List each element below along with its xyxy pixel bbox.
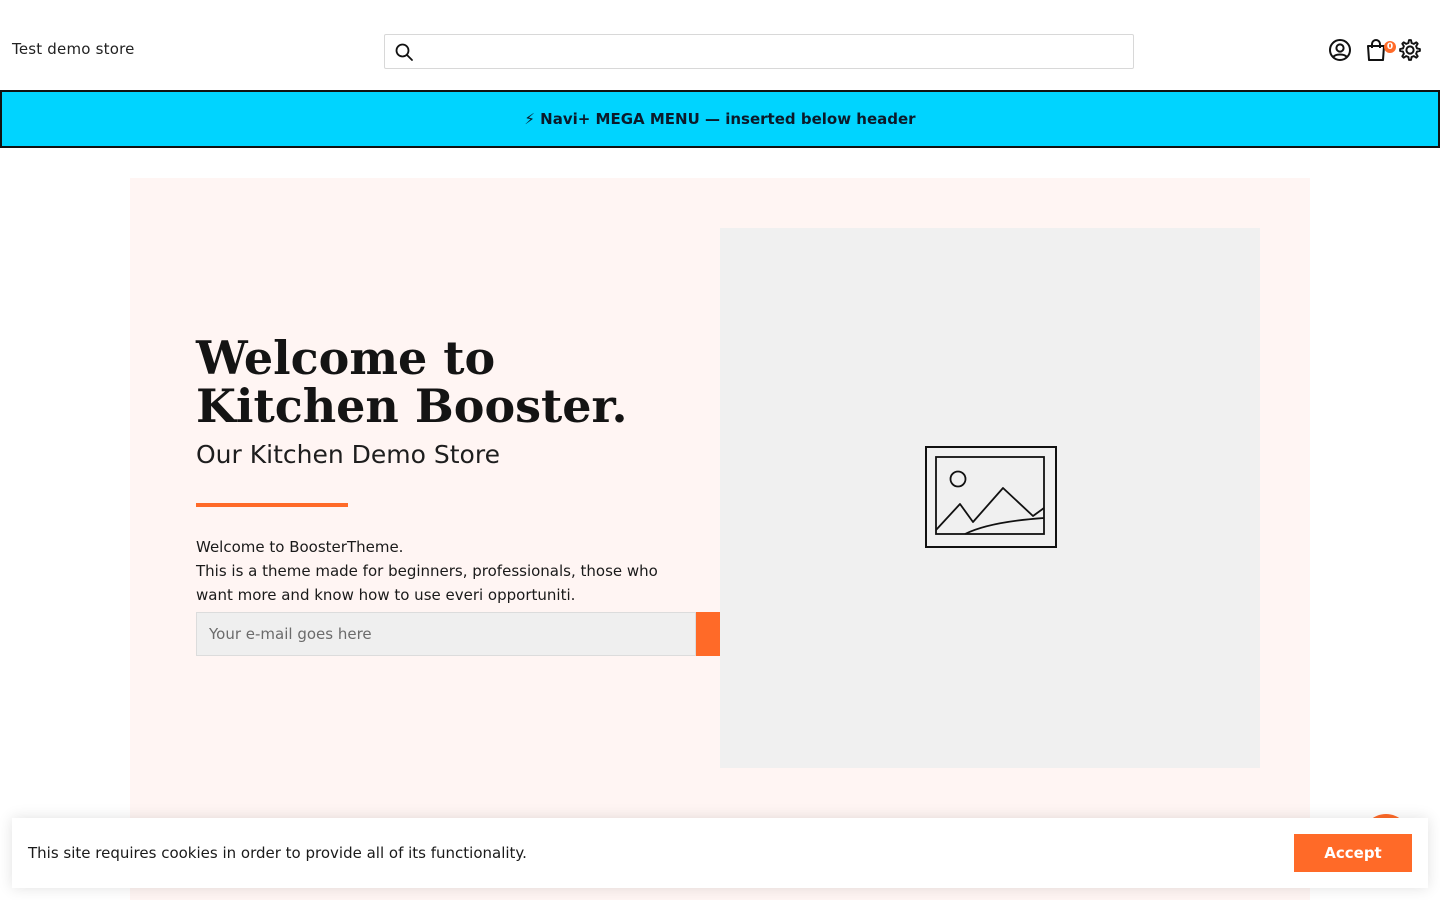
mega-menu-label: ⚡ Navi+ MEGA MENU — inserted below heade… xyxy=(524,110,916,128)
search-bar[interactable] xyxy=(384,34,1134,69)
gear-icon[interactable] xyxy=(1397,37,1423,63)
store-name-link[interactable]: Test demo store xyxy=(12,40,135,58)
accept-cookies-button[interactable]: Accept xyxy=(1294,834,1412,872)
hero-divider xyxy=(196,503,348,507)
hero-title: Welcome to Kitchen Booster. xyxy=(196,331,628,433)
hero-section: Welcome to Kitchen Booster. Our Kitchen … xyxy=(130,178,1310,900)
hero-subtitle: Our Kitchen Demo Store xyxy=(196,440,500,469)
hero-description: Welcome to BoosterTheme. This is a theme… xyxy=(196,535,706,607)
cart-count-badge: 0 xyxy=(1384,41,1396,53)
search-input[interactable] xyxy=(421,35,1121,68)
email-field[interactable] xyxy=(196,612,696,656)
hero-image-placeholder xyxy=(720,228,1260,768)
search-icon[interactable] xyxy=(394,42,414,62)
hero-description-line: Welcome to BoosterTheme. xyxy=(196,538,404,556)
mega-menu-bar[interactable]: ⚡ Navi+ MEGA MENU — inserted below heade… xyxy=(0,90,1440,148)
hero-description-line: This is a theme made for beginners, prof… xyxy=(196,562,658,580)
cookie-banner: This site requires cookies in order to p… xyxy=(12,818,1428,888)
account-icon[interactable] xyxy=(1327,37,1353,63)
newsletter-submit-button[interactable] xyxy=(696,612,720,656)
site-header: Test demo store 0 xyxy=(0,0,1440,90)
cookie-message: This site requires cookies in order to p… xyxy=(28,844,527,862)
hero-description-line: want more and know how to use everi oppo… xyxy=(196,586,576,604)
image-placeholder-icon xyxy=(925,446,1057,548)
